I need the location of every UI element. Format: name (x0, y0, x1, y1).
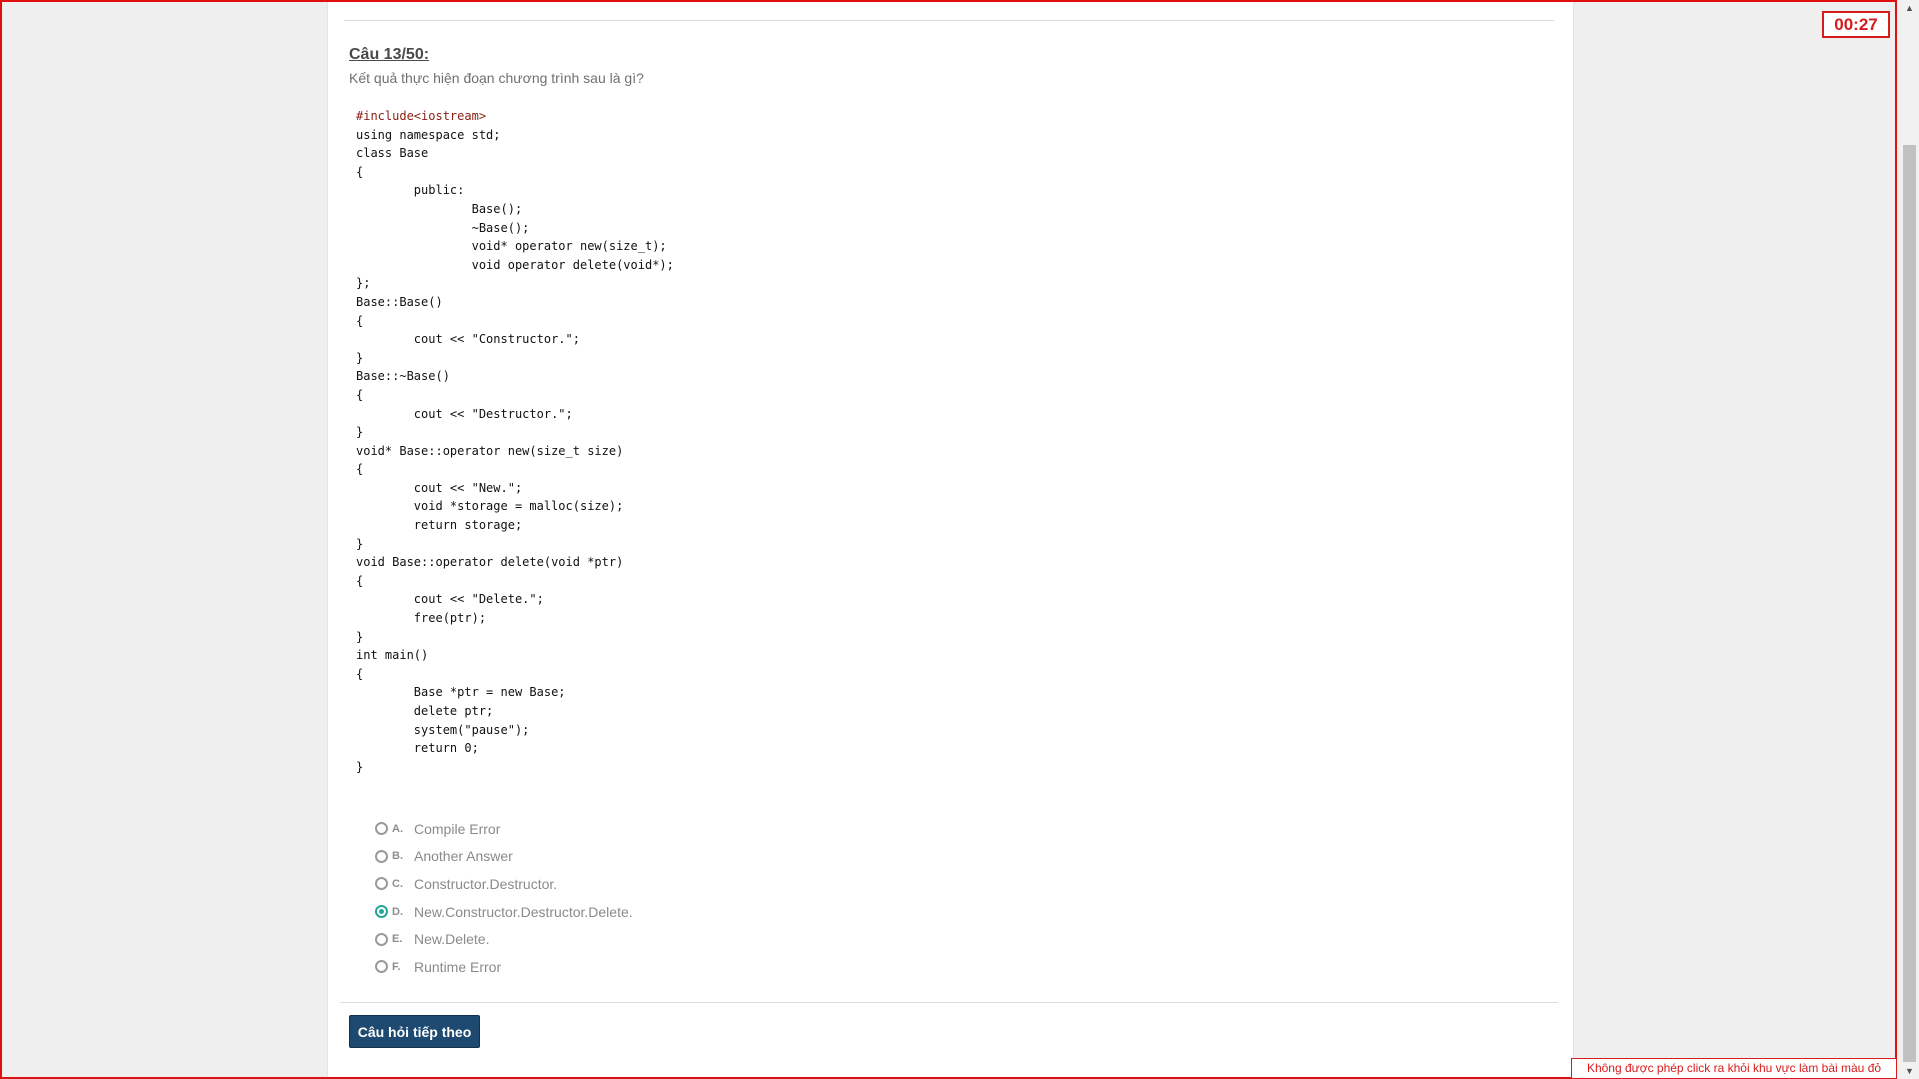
code-line: Base::~Base() (356, 369, 450, 384)
code-line: Base::Base() (356, 294, 443, 309)
code-block: #include<iostream> using namespace std; cl… (356, 107, 674, 776)
code-line: { (356, 387, 364, 402)
question-text: Kết quả thực hiện đoạn chương trình sau … (349, 70, 644, 86)
answer-option[interactable]: F. Runtime Error (375, 953, 633, 981)
bottom-divider (340, 1002, 1558, 1003)
code-line: { (356, 666, 364, 681)
top-divider (344, 20, 1554, 21)
radio-unchecked-icon[interactable] (375, 877, 388, 891)
code-line: }; (356, 276, 371, 291)
code-line: { (356, 313, 364, 328)
code-line: public: (356, 183, 465, 198)
code-line: delete ptr; (356, 704, 494, 718)
option-letter: F. (392, 960, 401, 973)
warning-message: Không được phép click ra khỏi khu vực là… (1571, 1058, 1897, 1079)
code-line: system("pause"); (356, 722, 530, 737)
code-line: return storage; (356, 518, 523, 533)
option-letter: E. (392, 933, 403, 946)
scrollbar-thumb[interactable] (1903, 145, 1916, 1062)
answer-options: A. Compile Error B. Another Answer C. Constru… (375, 815, 633, 981)
countdown-timer: 00:27 (1822, 11, 1890, 38)
code-line: using namespace std; (356, 127, 501, 142)
code-line: } (356, 350, 364, 365)
code-line: cout << "New."; (356, 480, 523, 495)
answer-option[interactable]: C. Constructor.Destructor. (375, 870, 633, 898)
answer-option[interactable]: E. New.Delete. (375, 925, 633, 953)
code-line: void* Base::operator new(size_t size) (356, 443, 624, 458)
code-line: Base(); (356, 201, 523, 216)
radio-unchecked-icon[interactable] (375, 932, 388, 946)
option-letter: B. (392, 850, 403, 863)
option-letter: C. (392, 877, 403, 890)
option-text: Runtime Error (414, 958, 502, 975)
code-line: } (356, 425, 364, 440)
scroll-up-arrow-icon[interactable]: ▲ (1900, 0, 1919, 16)
code-line: } (356, 536, 364, 551)
option-text: Constructor.Destructor. (414, 875, 558, 892)
vertical-scrollbar[interactable]: ▲ ▼ (1900, 0, 1919, 1079)
code-line: ~Base(); (356, 220, 530, 235)
answer-option[interactable]: A. Compile Error (375, 815, 633, 843)
answer-option[interactable]: D. New.Constructor.Destructor.Delete. (375, 898, 633, 926)
radio-unchecked-icon[interactable] (375, 849, 388, 863)
next-question-button[interactable]: Câu hỏi tiếp theo (349, 1015, 480, 1048)
code-line: void Base::operator delete(void *ptr) (356, 555, 624, 570)
code-line: free(ptr); (356, 611, 487, 626)
answer-option[interactable]: B. Another Answer (375, 843, 633, 871)
code-line: return 0; (356, 741, 479, 756)
code-line: void *storage = malloc(size); (356, 499, 624, 514)
option-text: Compile Error (414, 820, 501, 837)
option-letter: D. (392, 905, 403, 918)
code-line: void operator delete(void*); (356, 257, 674, 272)
code-line: { (356, 573, 364, 588)
code-line: Base *ptr = new Base; (356, 685, 566, 700)
code-line: void* operator new(size_t); (356, 239, 667, 254)
code-line: { (356, 462, 364, 477)
code-line: #include<iostream> (356, 109, 487, 123)
code-line: } (356, 629, 364, 644)
code-line: cout << "Delete."; (356, 592, 544, 607)
option-text: New.Constructor.Destructor.Delete. (414, 903, 633, 920)
option-text: New.Delete. (414, 931, 490, 948)
option-letter: A. (392, 822, 403, 835)
radio-unchecked-icon[interactable] (375, 822, 388, 836)
code-line: class Base (356, 146, 429, 161)
code-line: } (356, 759, 364, 774)
code-line: int main() (356, 648, 429, 663)
option-text: Another Answer (414, 848, 513, 865)
code-line: { (356, 164, 364, 179)
scroll-down-arrow-icon[interactable]: ▼ (1900, 1063, 1919, 1079)
question-number: Câu 13/50: (349, 46, 430, 63)
radio-unchecked-icon[interactable] (375, 960, 388, 974)
radio-checked-icon[interactable] (375, 905, 388, 919)
code-line: cout << "Destructor."; (356, 406, 573, 421)
code-line: cout << "Constructor."; (356, 332, 580, 347)
